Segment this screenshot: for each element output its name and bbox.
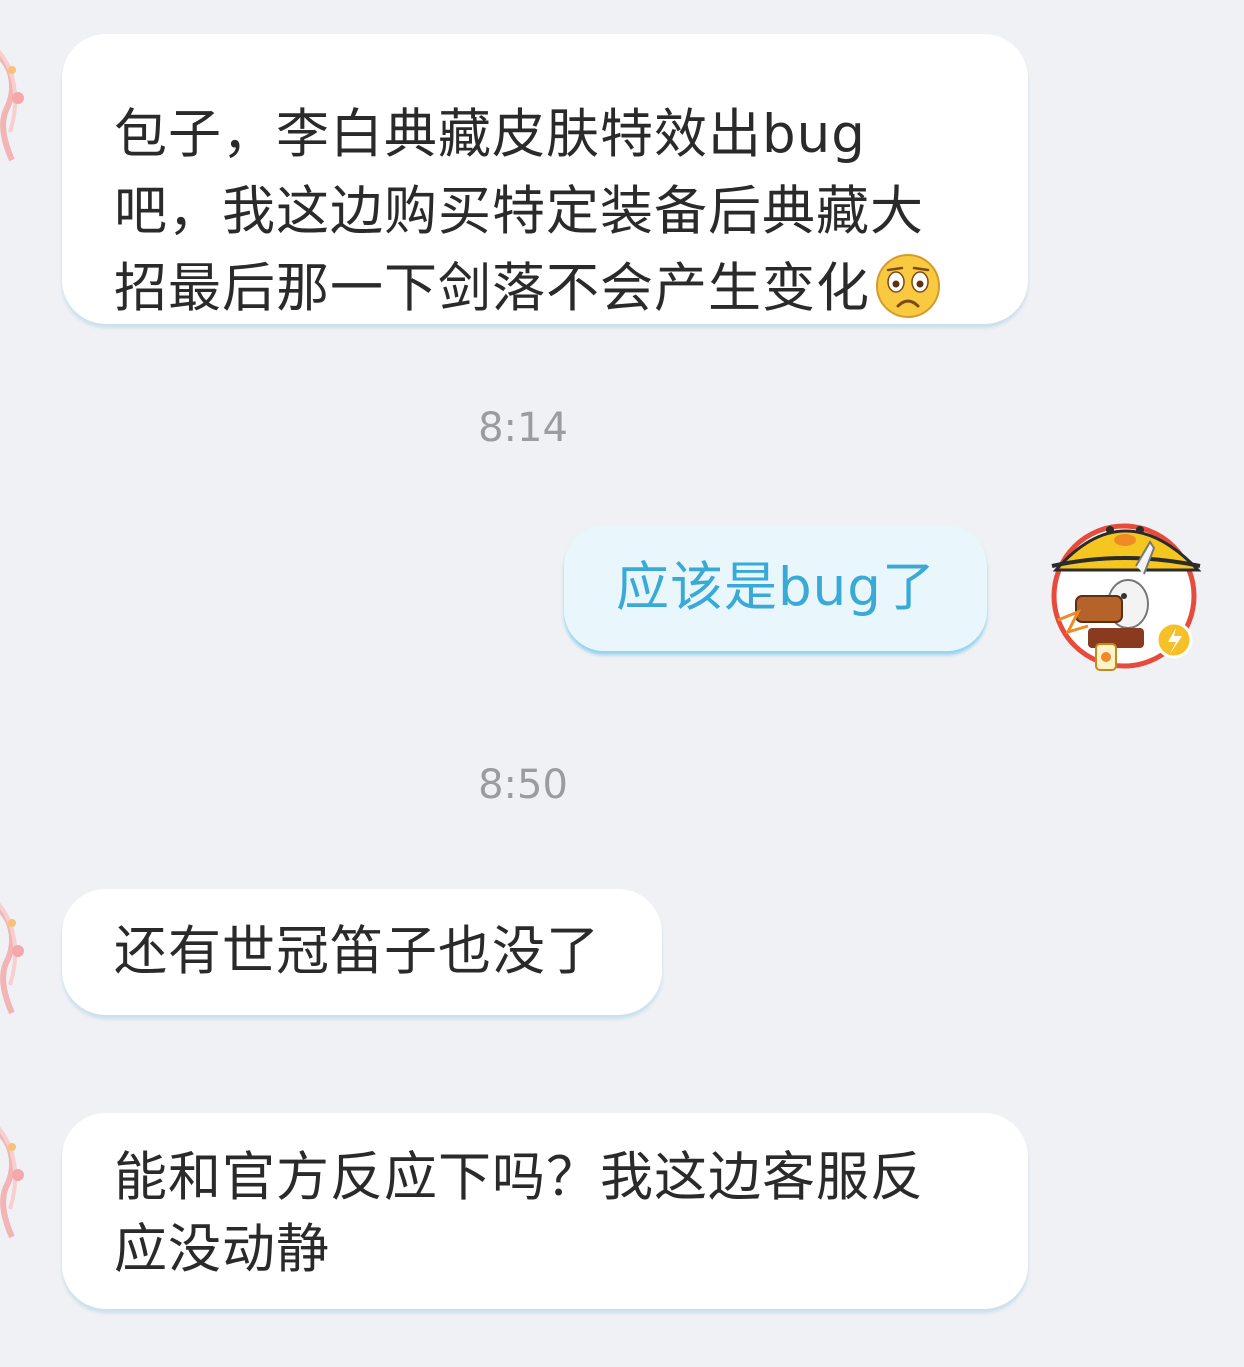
sender-avatar[interactable] — [0, 1117, 24, 1247]
message-text: 应该是bug了 — [616, 557, 936, 618]
worried-face-emoji-icon — [876, 254, 940, 318]
message-timestamp: 8:50 — [478, 762, 568, 808]
pink-character-avatar-icon — [0, 1126, 24, 1239]
message-line: 应没动静 — [114, 1219, 330, 1280]
chat-conversation: 包子，李白典藏皮肤特效出bug 吧，我这边购买特定装备后典藏大 招最后那一下剑落… — [0, 0, 1244, 1367]
sender-avatar[interactable] — [0, 893, 24, 1023]
pink-character-avatar-icon — [0, 49, 24, 162]
message-line: 吧，我这边购买特定装备后典藏大 — [114, 181, 924, 242]
own-avatar[interactable] — [1048, 500, 1208, 675]
pink-character-avatar-icon — [0, 902, 24, 1015]
incoming-message-bubble[interactable]: 包子，李白典藏皮肤特效出bug 吧，我这边购买特定装备后典藏大 招最后那一下剑落… — [62, 34, 1028, 324]
sender-avatar[interactable] — [0, 40, 24, 170]
message-line: 包子，李白典藏皮肤特效出bug — [114, 104, 866, 165]
message-timestamp: 8:14 — [478, 405, 568, 451]
outgoing-message-bubble[interactable]: 应该是bug了 — [564, 526, 987, 651]
incoming-message-bubble[interactable]: 能和官方反应下吗？我这边客服反 应没动静 — [62, 1113, 1028, 1309]
message-line: 招最后那一下剑落不会产生变化 — [114, 250, 968, 327]
incoming-message-bubble[interactable]: 还有世冠笛子也没了 — [62, 889, 662, 1015]
message-text: 还有世冠笛子也没了 — [114, 921, 600, 982]
message-line: 能和官方反应下吗？我这边客服反 — [114, 1147, 924, 1208]
duck-hat-rabbit-avatar-icon — [1051, 523, 1202, 671]
